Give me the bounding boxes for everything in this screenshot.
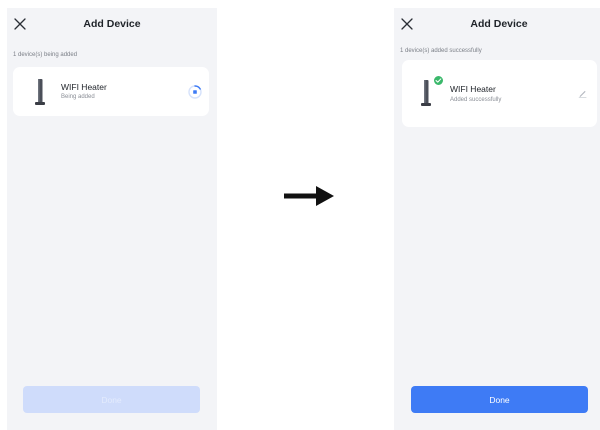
heater-icon: [421, 80, 431, 106]
done-button[interactable]: Done: [411, 386, 588, 413]
close-icon[interactable]: [400, 17, 414, 31]
device-name: WIFI Heater: [450, 84, 496, 94]
device-name: WIFI Heater: [61, 82, 107, 92]
arrow-right-icon: [284, 186, 334, 206]
page-title: Add Device: [470, 18, 528, 30]
status-text: 1 device(s) being added: [13, 52, 78, 58]
device-card[interactable]: WIFI Heater Being added: [13, 67, 209, 116]
screen-added: Add Device 1 device(s) added successfull…: [394, 8, 600, 430]
top-bar: Add Device: [394, 8, 600, 40]
heater-icon: [35, 79, 45, 105]
status-text: 1 device(s) added successfully: [400, 48, 482, 54]
loading-spinner-icon: [188, 85, 202, 99]
done-button[interactable]: Done: [23, 386, 200, 413]
success-check-icon: [433, 75, 444, 86]
screen-adding: Add Device 1 device(s) being added WIFI …: [7, 8, 217, 430]
comparison-stage: Add Device 1 device(s) being added WIFI …: [0, 0, 600, 430]
top-bar: Add Device: [7, 8, 217, 40]
device-status: Added successfully: [450, 97, 502, 103]
page-title: Add Device: [83, 18, 141, 30]
device-status: Being added: [61, 94, 95, 100]
device-card[interactable]: WIFI Heater Added successfully: [402, 60, 597, 127]
edit-pencil-icon[interactable]: [578, 89, 587, 98]
close-icon[interactable]: [13, 17, 27, 31]
